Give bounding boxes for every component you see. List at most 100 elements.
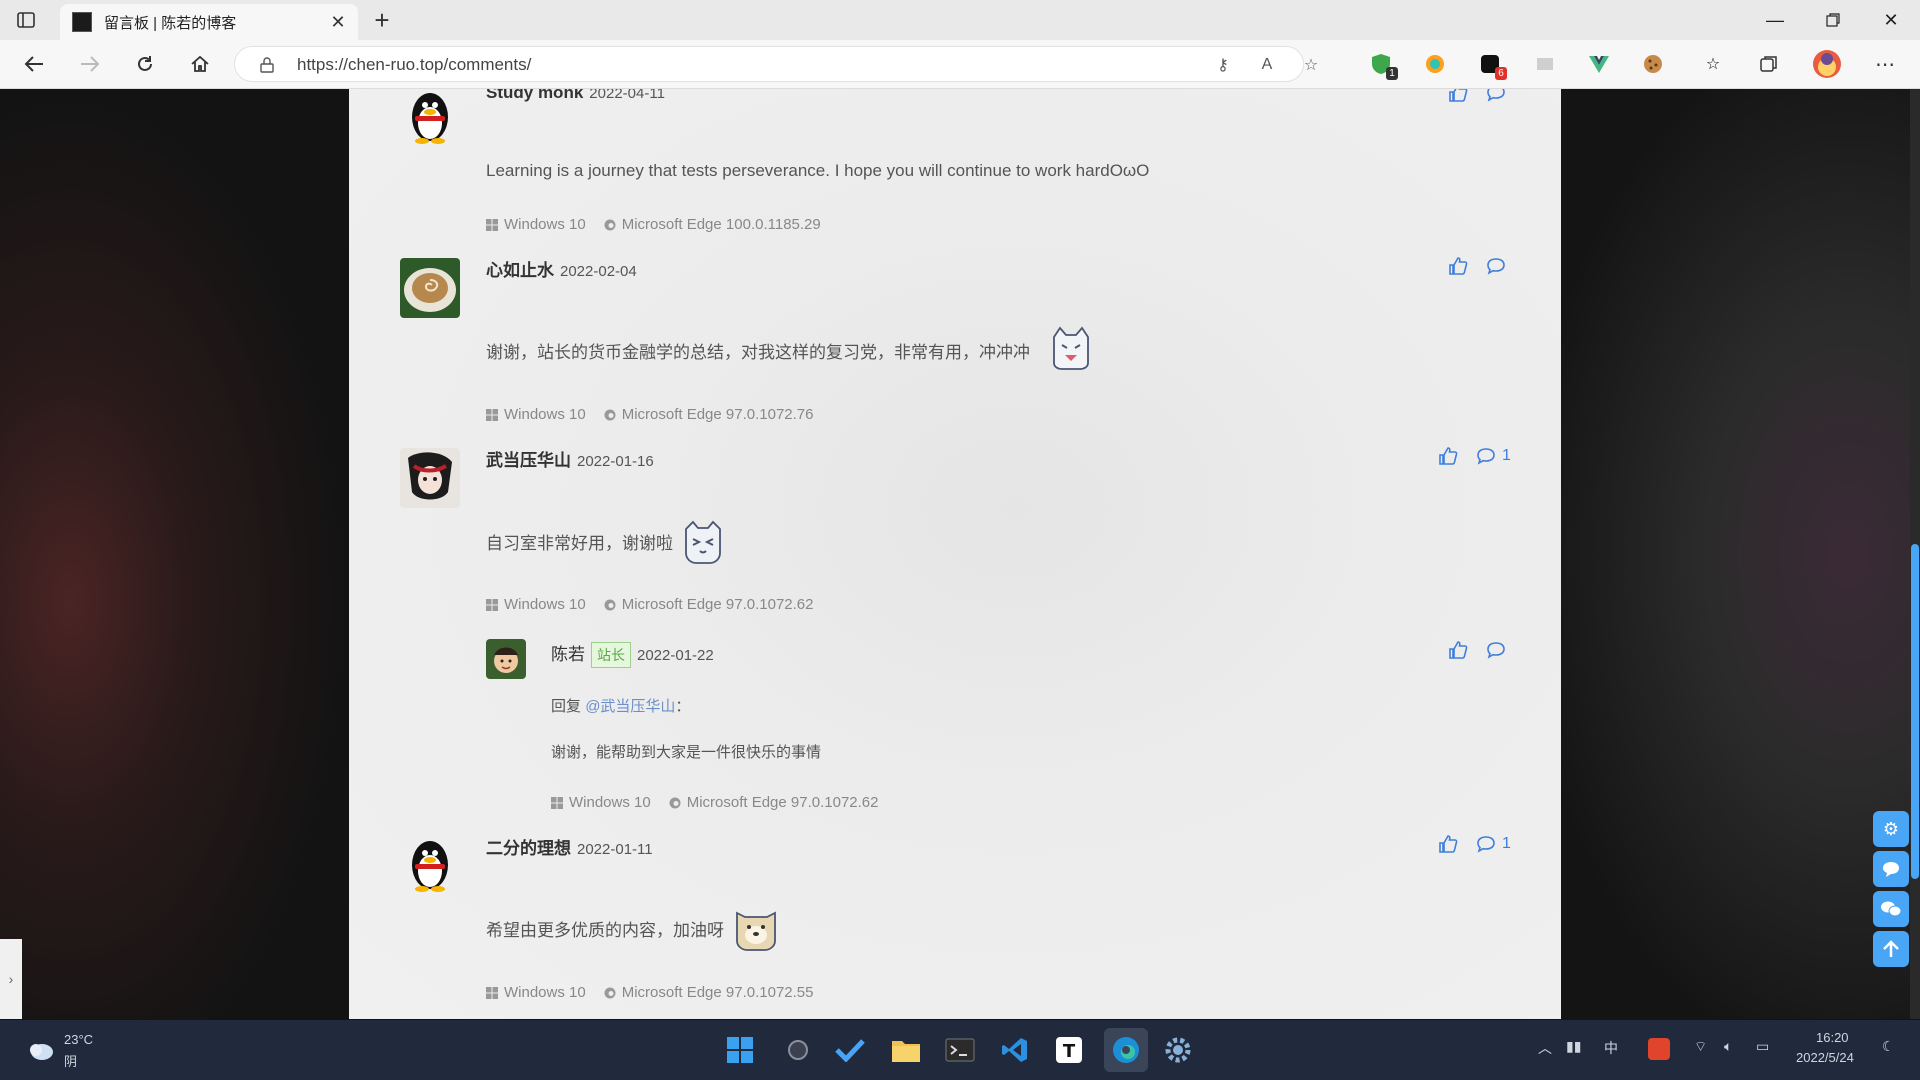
key-icon[interactable]: ⚷ <box>1211 53 1235 77</box>
like-icon[interactable] <box>1448 89 1468 103</box>
reply-icon[interactable] <box>1486 89 1506 102</box>
vscode-icon[interactable] <box>997 1032 1033 1068</box>
add-favorite-icon[interactable]: ☆ <box>1299 53 1323 77</box>
extension-badge: 6 <box>1495 67 1507 80</box>
reply-count[interactable]: 1 <box>1502 835 1511 853</box>
search-icon[interactable] <box>780 1032 816 1068</box>
qq-penguin-icon <box>412 841 448 892</box>
mention-link[interactable]: @武当压华山 <box>585 698 675 715</box>
translate-extension-icon[interactable] <box>1532 51 1558 77</box>
reply-icon[interactable] <box>1486 641 1506 659</box>
refresh-icon[interactable] <box>129 48 161 80</box>
tab-actions-icon[interactable] <box>14 8 38 32</box>
sidebar-expand-icon[interactable]: › <box>0 939 22 1019</box>
battery-icon[interactable]: ▭ <box>1756 1038 1769 1055</box>
avatar[interactable] <box>400 833 460 893</box>
sms-float-button[interactable] <box>1873 851 1909 887</box>
ime-indicator[interactable]: 中 <box>1604 1038 1618 1058</box>
browser-label: Microsoft Edge 97.0.1072.76 <box>621 406 814 423</box>
reply-icon[interactable] <box>1476 835 1496 853</box>
cat-squint-emoji-icon <box>685 520 721 564</box>
wifi-icon[interactable]: ⌔ <box>1694 1038 1707 1056</box>
close-tab-icon[interactable]: ✕ <box>324 8 352 36</box>
forward-icon[interactable] <box>74 48 106 80</box>
shield-extension-icon[interactable]: 1 <box>1368 51 1398 80</box>
author-name[interactable]: 二分的理想 <box>486 839 571 858</box>
cloudy-weather-icon[interactable] <box>24 1034 56 1066</box>
file-explorer-icon[interactable] <box>888 1032 924 1068</box>
weather-desc[interactable]: 阴 <box>64 1051 77 1070</box>
restore-icon[interactable] <box>1804 0 1862 40</box>
comment-author[interactable]: 心如止水 2022-02-04 <box>486 256 637 281</box>
new-tab-icon[interactable]: + <box>368 5 396 35</box>
close-window-icon[interactable]: ✕ <box>1862 0 1920 40</box>
home-icon[interactable] <box>184 48 216 80</box>
windows-icon <box>486 986 498 999</box>
os-label: Windows 10 <box>504 216 586 233</box>
show-hidden-icons-icon[interactable]: ︿ <box>1538 1038 1552 1058</box>
vue-extension-icon[interactable] <box>1586 51 1612 77</box>
weather-temp[interactable]: 23°C <box>64 1032 93 1047</box>
edge-icon <box>604 987 616 998</box>
sogou-input-icon[interactable] <box>1648 1038 1670 1060</box>
todo-icon[interactable] <box>832 1032 868 1068</box>
avatar[interactable] <box>400 448 460 508</box>
edge-taskbar-icon[interactable] <box>1104 1028 1148 1072</box>
reply-colon: ： <box>675 698 691 715</box>
read-aloud-icon[interactable]: A <box>1255 53 1279 77</box>
profile-avatar[interactable] <box>1812 49 1842 79</box>
reply-icon[interactable] <box>1486 257 1506 275</box>
notification-icon[interactable]: ☾ <box>1882 1038 1895 1055</box>
comment-author[interactable]: 二分的理想 2022-01-11 <box>486 834 653 859</box>
author-name[interactable]: 心如止水 <box>486 261 554 280</box>
like-icon[interactable] <box>1448 256 1468 276</box>
comment-author[interactable]: 武当压华山 2022-01-16 <box>486 446 654 471</box>
cookie-extension-icon[interactable] <box>1640 51 1666 77</box>
like-icon[interactable] <box>1448 640 1468 660</box>
comment-meta: Windows 10 Microsoft Edge 97.0.1072.55 <box>486 984 814 1001</box>
comment-date: 2022-01-11 <box>577 841 653 858</box>
start-icon[interactable] <box>722 1032 758 1068</box>
collections-icon[interactable] <box>1756 51 1782 77</box>
scrollbar-thumb[interactable] <box>1911 544 1919 879</box>
browser-label: Microsoft Edge 97.0.1072.62 <box>686 794 879 811</box>
settings-float-button[interactable]: ⚙ <box>1873 811 1909 847</box>
settings-more-icon[interactable]: ⋯ <box>1872 51 1898 77</box>
owner-avatar-icon <box>486 639 526 679</box>
reply-author[interactable]: 陈若 站长 2022-01-22 <box>551 640 714 668</box>
avatar[interactable] <box>400 258 460 318</box>
background-left <box>0 89 349 1019</box>
author-name[interactable]: 武当压华山 <box>486 451 571 470</box>
author-name[interactable]: Study monk <box>486 89 583 102</box>
settings-taskbar-icon[interactable] <box>1160 1032 1196 1068</box>
back-icon[interactable] <box>18 48 50 80</box>
like-icon[interactable] <box>1438 446 1458 466</box>
os-label: Windows 10 <box>504 984 586 1001</box>
lock-icon[interactable] <box>255 53 279 77</box>
avatar[interactable] <box>486 639 526 679</box>
reply-icon[interactable] <box>1476 447 1496 465</box>
comment-date: 2022-02-04 <box>560 263 637 280</box>
reply-count[interactable]: 1 <box>1502 447 1511 465</box>
active-tab[interactable]: 留言板 | 陈若的博客 ✕ <box>60 4 358 40</box>
author-name[interactable]: 陈若 <box>551 645 585 664</box>
like-icon[interactable] <box>1438 834 1458 854</box>
notes-extension-icon[interactable]: 6 <box>1477 51 1507 80</box>
colorful-extension-icon[interactable] <box>1422 51 1448 77</box>
volume-icon[interactable]: 🔈︎ <box>1724 1038 1732 1055</box>
clock-date[interactable]: 2022/5/24 <box>1796 1050 1854 1065</box>
minimize-icon[interactable]: — <box>1746 0 1804 40</box>
clock-time[interactable]: 16:20 <box>1816 1030 1849 1045</box>
comment-author[interactable]: Study monk 2022-04-11 <box>486 89 665 103</box>
comment-text: 谢谢，站长的货币金融学的总结，对我这样的复习党，非常有用，冲冲冲 <box>486 343 1030 362</box>
favorites-icon[interactable]: ☆ <box>1700 51 1726 77</box>
avatar[interactable] <box>400 89 460 145</box>
address-bar[interactable]: https://chen-ruo.top/comments/ ⚷ A ☆ <box>234 46 1318 82</box>
terminal-icon[interactable] <box>942 1032 978 1068</box>
back-to-top-button[interactable] <box>1873 931 1909 967</box>
tab-title: 留言板 | 陈若的博客 <box>104 14 237 32</box>
chat-float-button[interactable] <box>1873 891 1909 927</box>
reply-text: 谢谢，能帮助到大家是一件很快乐的事情 <box>551 744 822 761</box>
network-adapter-icon[interactable]: ▮▮ <box>1566 1038 1581 1055</box>
typora-icon[interactable]: T <box>1051 1032 1087 1068</box>
